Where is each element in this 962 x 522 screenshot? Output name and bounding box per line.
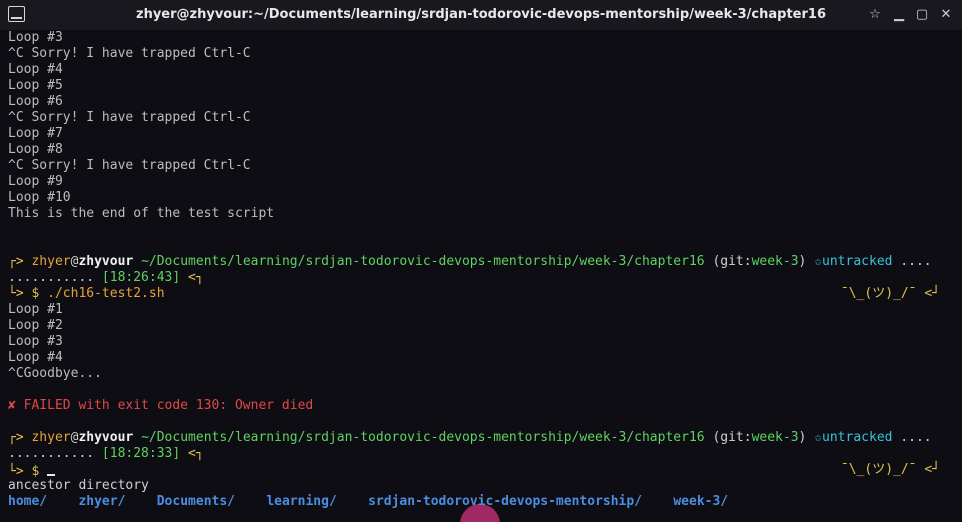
prompt-user: zhyer xyxy=(31,430,71,445)
completion-item-week-3[interactable]: week-3/ xyxy=(673,494,728,509)
prompt-fill: ........... xyxy=(8,446,95,461)
output-line: ^C Sorry! I have trapped Ctrl-C xyxy=(8,46,251,61)
output-line: Loop #5 xyxy=(8,78,63,93)
prompt-arrow: <┐ xyxy=(188,270,204,285)
output-line: This is the end of the test script xyxy=(8,206,275,221)
prompt-time: [18:26:43] xyxy=(101,270,181,285)
prompt-host: zhyvour xyxy=(78,254,134,269)
terminal-area[interactable]: Loop #3 ^C Sorry! I have trapped Ctrl-C … xyxy=(8,30,962,522)
output-line: ^C Sorry! I have trapped Ctrl-C xyxy=(8,110,251,125)
output-line: Loop #6 xyxy=(8,94,63,109)
prompt-line-1: ┌> zhyer@zhyvour ~/Documents/learning/sr… xyxy=(8,254,962,270)
completion-item-srdjan[interactable]: srdjan-todorovic-devops-mentorship/ xyxy=(368,494,642,509)
shrug-arrow: <┘ xyxy=(924,286,940,301)
output-line: Loop #1 xyxy=(8,302,63,317)
output-line: Loop #4 xyxy=(8,350,63,365)
minimize-button[interactable]: ▁ xyxy=(890,6,908,24)
title-bar: zhyer@zhyvour:~/Documents/learning/srdja… xyxy=(0,0,962,30)
command-line: └> $ ./ch16-test2.sh ¯\_(ツ)_/¯ <┘ xyxy=(8,286,962,302)
output-line: ^CGoodbye... xyxy=(8,366,102,381)
output-line: Loop #2 xyxy=(8,318,63,333)
shrug-text: ¯\_(ツ)_/¯ xyxy=(840,462,917,477)
prompt-corner: ┌> xyxy=(8,430,24,445)
prompt-fill: .... xyxy=(892,430,932,445)
maximize-button[interactable]: ▢ xyxy=(913,6,931,24)
untracked-icon: ✩ xyxy=(814,254,823,269)
git-open: (git: xyxy=(712,430,752,445)
output-line: Loop #8 xyxy=(8,142,63,157)
output-block-2: Loop #1 Loop #2 Loop #3 Loop #4 ^CGoodby… xyxy=(8,302,962,382)
untracked-icon: ✩ xyxy=(814,430,823,445)
output-line: Loop #10 xyxy=(8,190,71,205)
git-close: ) xyxy=(798,430,807,445)
git-status: untracked xyxy=(822,254,893,269)
prompt-fill: ........... xyxy=(8,270,95,285)
completion-item-learning[interactable]: learning/ xyxy=(266,494,336,509)
input-line[interactable]: └> $ ¯\_(ツ)_/¯ <┘ xyxy=(8,462,962,479)
command-text: ./ch16-test2.sh xyxy=(47,286,165,301)
prompt-arrow: <┐ xyxy=(188,446,204,461)
completion-list: home/ zhyer/ Documents/ learning/ srdjan… xyxy=(8,494,962,510)
git-status: untracked xyxy=(822,430,893,445)
prompt-host: zhyvour xyxy=(78,430,134,445)
completion-item-zhyer[interactable]: zhyer/ xyxy=(78,494,125,509)
shrug-text: ¯\_(ツ)_/¯ xyxy=(840,286,917,301)
git-open: (git: xyxy=(712,254,752,269)
prompt-dollar: $ xyxy=(31,464,40,479)
error-message: ✘ FAILED with exit code 130: Owner died xyxy=(8,398,314,413)
prompt-user: zhyer xyxy=(31,254,71,269)
output-line: Loop #3 xyxy=(8,30,63,45)
git-branch: week-3 xyxy=(751,430,799,445)
completion-item-home[interactable]: home/ xyxy=(8,494,47,509)
prompt-corner: └> xyxy=(8,286,24,301)
completion-label: ancestor directory xyxy=(8,478,149,493)
close-button[interactable]: ✕ xyxy=(937,6,955,24)
prompt-path: ~/Documents/learning/srdjan-todorovic-de… xyxy=(141,430,705,445)
text-cursor[interactable] xyxy=(47,462,56,476)
git-branch: week-3 xyxy=(751,254,799,269)
prompt-dollar: $ xyxy=(31,286,40,301)
prompt-corner: ┌> xyxy=(8,254,24,269)
output-line: Loop #9 xyxy=(8,174,63,189)
output-line: Loop #4 xyxy=(8,62,63,77)
shrug-arrow: <┘ xyxy=(924,462,940,477)
prompt-line-2: ........... [18:26:43] <┐ xyxy=(8,270,962,286)
completion-item-documents[interactable]: Documents/ xyxy=(157,494,235,509)
prompt-time: [18:28:33] xyxy=(101,446,181,461)
prompt-line-2: ........... [18:28:33] <┐ xyxy=(8,446,962,462)
git-close: ) xyxy=(798,254,807,269)
keep-above-button[interactable]: ☆ xyxy=(866,6,884,24)
output-line: Loop #3 xyxy=(8,334,63,349)
window-title: zhyer@zhyvour:~/Documents/learning/srdja… xyxy=(136,7,826,22)
output-line: ^C Sorry! I have trapped Ctrl-C xyxy=(8,158,251,173)
prompt-line-1: ┌> zhyer@zhyvour ~/Documents/learning/sr… xyxy=(8,430,962,446)
prompt-path: ~/Documents/learning/srdjan-todorovic-de… xyxy=(141,254,705,269)
output-line: Loop #7 xyxy=(8,126,63,141)
prompt-fill: .... xyxy=(892,254,932,269)
output-block-1: Loop #3 ^C Sorry! I have trapped Ctrl-C … xyxy=(8,30,962,222)
prompt-corner: └> xyxy=(8,464,24,479)
